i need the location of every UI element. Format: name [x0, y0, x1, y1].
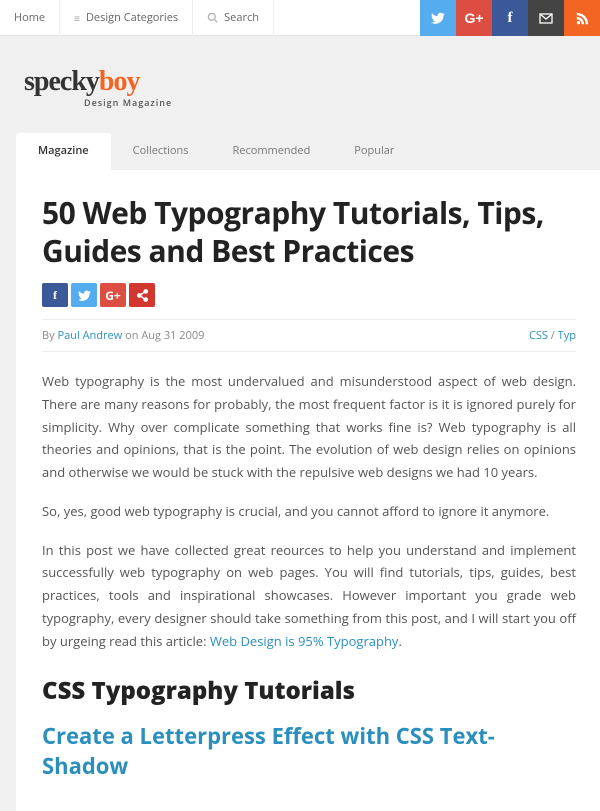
nav-search[interactable]: Search — [193, 0, 274, 36]
facebook-icon: f — [508, 10, 513, 27]
meta-left: By Paul Andrew on Aug 31 2009 — [42, 328, 204, 343]
logo-area: speckyboy Design Magazine — [0, 36, 600, 133]
rss-icon — [576, 12, 589, 25]
meta-right: CSS / Typ — [529, 328, 576, 343]
share-gplus[interactable]: G+ — [100, 283, 126, 307]
search-icon — [207, 12, 218, 23]
social-rss[interactable] — [564, 0, 600, 36]
share-icon — [136, 289, 149, 302]
gplus-icon: G+ — [464, 10, 483, 26]
content-tabs: Magazine Collections Recommended Popular — [0, 133, 600, 170]
social-twitter[interactable] — [420, 0, 456, 36]
link-95-typography[interactable]: Web Design is 95% Typography — [210, 632, 399, 650]
logo-part1: specky — [24, 66, 99, 97]
meta-date: on Aug 31 2009 — [122, 328, 204, 343]
facebook-icon: f — [53, 288, 57, 303]
share-twitter[interactable] — [71, 283, 97, 307]
social-mail[interactable] — [528, 0, 564, 36]
tab-magazine[interactable]: Magazine — [16, 133, 111, 170]
nav-home[interactable]: Home — [0, 0, 60, 36]
article: 50 Web Typography Tutorials, Tips, Guide… — [16, 170, 600, 811]
paragraph-2: So, yes, good web typography is crucial,… — [42, 500, 576, 523]
p3b: . — [398, 632, 401, 650]
subsection-letterpress[interactable]: Create a Letterpress Effect with CSS Tex… — [42, 721, 576, 781]
nav-categories-label: Design Categories — [86, 10, 178, 25]
paragraph-1: Web typography is the most undervalued a… — [42, 370, 576, 484]
article-title: 50 Web Typography Tutorials, Tips, Guide… — [42, 194, 576, 269]
author-link[interactable]: Paul Andrew — [57, 328, 122, 343]
social-top: G+ f — [420, 0, 600, 35]
site-logo[interactable]: speckyboy — [24, 66, 600, 98]
article-meta: By Paul Andrew on Aug 31 2009 CSS / Typ — [42, 319, 576, 352]
paragraph-3: In this post we have collected great reo… — [42, 539, 576, 653]
section-heading-css: CSS Typography Tutorials — [42, 674, 576, 707]
meta-by: By — [42, 328, 57, 343]
hamburger-icon: ≡ — [74, 11, 80, 25]
twitter-icon — [78, 289, 91, 302]
cat-css[interactable]: CSS — [529, 328, 548, 343]
logo-tagline: Design Magazine — [84, 96, 600, 109]
social-gplus[interactable]: G+ — [456, 0, 492, 36]
social-facebook[interactable]: f — [492, 0, 528, 36]
mail-icon — [539, 13, 553, 24]
tab-popular[interactable]: Popular — [332, 133, 416, 170]
share-facebook[interactable]: f — [42, 283, 68, 307]
topnav-left: Home ≡ Design Categories Search — [0, 0, 274, 35]
share-bar: f G+ — [42, 283, 576, 307]
article-body: Web typography is the most undervalued a… — [42, 370, 576, 781]
topnav: Home ≡ Design Categories Search G+ f — [0, 0, 600, 36]
cat-sep: / — [548, 328, 558, 343]
share-more[interactable] — [129, 283, 155, 307]
cat-typ[interactable]: Typ — [558, 328, 576, 343]
logo-part2: boy — [99, 66, 140, 97]
tab-collections[interactable]: Collections — [111, 133, 211, 170]
gplus-icon: G+ — [105, 287, 121, 304]
tab-recommended[interactable]: Recommended — [211, 133, 333, 170]
nav-search-label: Search — [224, 10, 259, 25]
twitter-icon — [431, 11, 445, 25]
nav-home-label: Home — [14, 10, 45, 25]
nav-categories[interactable]: ≡ Design Categories — [60, 0, 193, 36]
